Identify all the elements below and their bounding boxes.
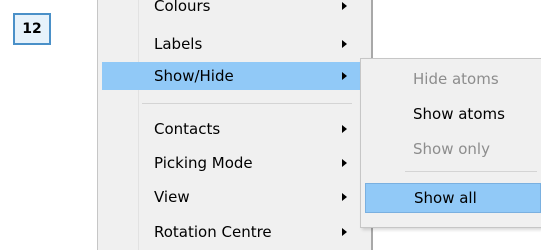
submenu-arrow-icon <box>342 2 347 10</box>
submenu-item-label: Show only <box>413 140 490 158</box>
step-number-badge: 12 <box>13 13 51 45</box>
menu-item-label: Picking Mode <box>154 154 253 172</box>
submenu-arrow-icon <box>342 193 347 201</box>
menu-item-label: Contacts <box>154 120 221 138</box>
submenu-arrow-icon <box>342 159 347 167</box>
submenu-item-hide-atoms[interactable]: Hide atoms <box>365 64 541 94</box>
menu-item-show-hide[interactable]: Show/Hide <box>102 62 360 90</box>
menu-item-contacts[interactable]: Contacts <box>102 115 360 143</box>
menu-item-rotation-centre[interactable]: Rotation Centre <box>102 218 360 246</box>
submenu-item-label: Show atoms <box>413 105 505 123</box>
submenu-arrow-icon <box>342 72 347 80</box>
show-hide-submenu: Hide atoms Show atoms Show only Show all <box>360 58 541 228</box>
submenu-arrow-icon <box>342 228 347 236</box>
menu-separator <box>142 103 352 104</box>
submenu-item-show-atoms[interactable]: Show atoms <box>365 99 541 129</box>
menu-item-view[interactable]: View <box>102 183 360 211</box>
submenu-arrow-icon <box>342 125 347 133</box>
submenu-item-label: Show all <box>414 189 477 207</box>
submenu-arrow-icon <box>342 40 347 48</box>
menu-item-label: Show/Hide <box>154 67 234 85</box>
submenu-item-show-only[interactable]: Show only <box>365 134 541 164</box>
menu-item-colours[interactable]: Colours <box>102 0 360 20</box>
context-menu: Colours Labels Show/Hide Contacts Pickin… <box>97 0 373 250</box>
menu-item-label: View <box>154 188 190 206</box>
menu-item-label: Colours <box>154 0 211 15</box>
submenu-item-show-all[interactable]: Show all <box>365 183 541 213</box>
submenu-separator <box>405 171 537 172</box>
menu-item-labels[interactable]: Labels <box>102 30 360 58</box>
menu-item-label: Rotation Centre <box>154 223 272 241</box>
menu-item-picking-mode[interactable]: Picking Mode <box>102 149 360 177</box>
menu-item-label: Labels <box>154 35 203 53</box>
submenu-item-label: Hide atoms <box>413 70 499 88</box>
